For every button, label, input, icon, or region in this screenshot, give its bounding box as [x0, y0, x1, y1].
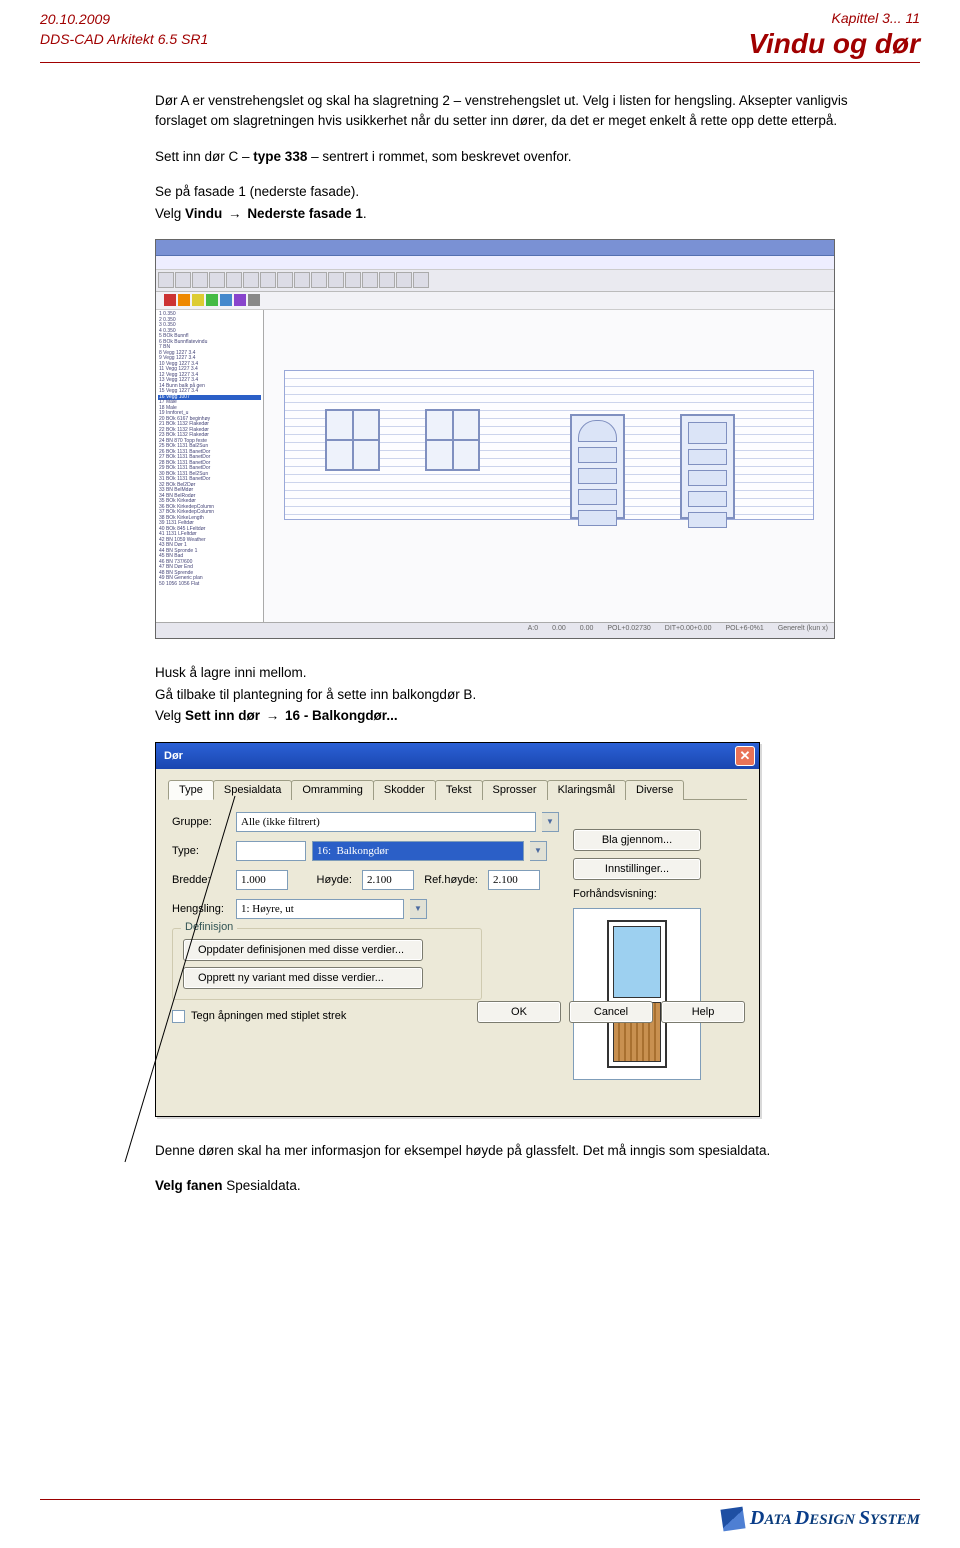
cancel-button[interactable]: Cancel	[569, 1001, 653, 1023]
tab-skodder[interactable]: Skodder	[373, 780, 436, 800]
cube-icon	[722, 1508, 744, 1530]
paragraph-1: Dør A er venstrehengslet og skal ha slag…	[155, 91, 880, 130]
p2-c: – sentrert i rommet, som beskrevet ovenf…	[307, 149, 571, 164]
help-button[interactable]: Help	[661, 1001, 745, 1023]
p7-a: Velg	[155, 708, 185, 723]
gruppe-select[interactable]	[236, 812, 536, 832]
facade-window	[425, 409, 480, 471]
header-date: 20.10.2009	[40, 10, 208, 30]
hengsling-select[interactable]	[236, 899, 404, 919]
cad-sidebar: 1 0.3502 0.3503 0.3504 0.350 5 BOk Bunnf…	[156, 310, 264, 622]
p4-a: Velg	[155, 206, 185, 221]
footer-logo: DATA DESIGN SYSTEM	[722, 1507, 920, 1530]
paragraph-7: Velg Sett inn dør → 16 - Balkongdør...	[155, 706, 880, 726]
cad-titlebar	[156, 240, 834, 256]
tab-spesialdata[interactable]: Spesialdata	[213, 780, 293, 800]
paragraph-2: Sett inn dør C – type 338 – sentrert i r…	[155, 147, 880, 167]
cad-canvas	[264, 310, 834, 622]
screenshot-facade-view: 1 0.3502 0.3503 0.3504 0.350 5 BOk Bunnf…	[155, 239, 835, 639]
paragraph-5: Husk å lagre inni mellom.	[155, 663, 880, 683]
innstillinger-button[interactable]: Innstillinger...	[573, 858, 701, 880]
dialog-title: Dør	[164, 750, 183, 762]
tegn-checkbox[interactable]	[172, 1010, 185, 1023]
p2-b: type 338	[253, 149, 307, 164]
close-icon[interactable]: ✕	[735, 746, 755, 766]
p9-b: Spesialdata.	[226, 1178, 300, 1193]
dialog-tabs: Type Spesialdata Omramming Skodder Tekst…	[168, 779, 747, 800]
tab-tekst[interactable]: Tekst	[435, 780, 483, 800]
tab-diverse[interactable]: Diverse	[625, 780, 684, 800]
header-subtitle: DDS-CAD Arkitekt 6.5 SR1	[40, 30, 208, 50]
bredde-input[interactable]	[236, 870, 288, 890]
arrow-icon: →	[260, 708, 285, 723]
paragraph-4: Velg Vindu → Nederste fasade 1.	[155, 204, 880, 224]
page-header: 20.10.2009 DDS-CAD Arkitekt 6.5 SR1 Kapi…	[40, 10, 920, 63]
header-title: Vindu og dør	[748, 27, 920, 61]
tab-omramming[interactable]: Omramming	[291, 780, 374, 800]
type-name-select[interactable]	[312, 841, 524, 861]
label-refhoyde: Ref.høyde:	[420, 874, 482, 886]
cad-statusbar: A:00.000.00POL+0.02730DIT+0.00+0.00POL+6…	[156, 622, 834, 638]
hoyde-input[interactable]	[362, 870, 414, 890]
label-hengsling: Hengsling:	[172, 903, 230, 915]
cad-color-toolbar	[156, 292, 834, 310]
chevron-down-icon[interactable]: ▼	[410, 899, 427, 919]
paragraph-3: Se på fasade 1 (nederste fasade).	[155, 182, 880, 202]
cad-toolbar	[156, 270, 834, 292]
ok-button[interactable]: OK	[477, 1001, 561, 1023]
opprett-button[interactable]: Opprett ny variant med disse verdier...	[183, 967, 423, 989]
bla-gjennom-button[interactable]: Bla gjennom...	[573, 829, 701, 851]
tab-type[interactable]: Type	[168, 780, 214, 800]
door-dialog: Dør ✕ Type Spesialdata Omramming Skodder…	[155, 742, 760, 1117]
chevron-down-icon[interactable]: ▼	[542, 812, 559, 832]
p2-a: Sett inn dør C –	[155, 149, 253, 164]
paragraph-6: Gå tilbake til plantegning for å sette i…	[155, 685, 880, 705]
facade-door	[570, 414, 625, 519]
tab-sprosser[interactable]: Sprosser	[482, 780, 548, 800]
p7-c: 16 - Balkongdør...	[285, 708, 398, 723]
label-forhandsvisning: Forhåndsvisning:	[573, 888, 741, 900]
facade-drawing	[284, 370, 814, 520]
label-type: Type:	[172, 845, 230, 857]
label-bredde: Bredde:	[172, 874, 230, 886]
header-chapter: Kapittel 3... 11	[748, 10, 920, 27]
type-code-input[interactable]	[236, 841, 306, 861]
cad-menubar	[156, 256, 834, 270]
facade-window	[325, 409, 380, 471]
preview-glass-panel	[613, 926, 661, 998]
label-hoyde: Høyde:	[294, 874, 356, 886]
door-preview	[573, 908, 701, 1080]
dialog-titlebar: Dør ✕	[156, 743, 759, 769]
oppdater-button[interactable]: Oppdater definisjonen med disse verdier.…	[183, 939, 423, 961]
label-tegn-check: Tegn åpningen med stiplet strek	[191, 1010, 346, 1022]
paragraph-8: Denne døren skal ha mer informasjon for …	[155, 1141, 880, 1161]
p4-c: Nederste fasade 1	[247, 206, 363, 221]
refhoyde-input[interactable]	[488, 870, 540, 890]
definisjon-group: Definisjon Oppdater definisjonen med dis…	[172, 928, 482, 1000]
paragraph-9: Velg fanen Spesialdata.	[155, 1176, 880, 1196]
p9-a: Velg fanen	[155, 1178, 226, 1193]
facade-door	[680, 414, 735, 519]
tab-klaringsmal[interactable]: Klaringsmål	[547, 780, 626, 800]
label-gruppe: Gruppe:	[172, 816, 230, 828]
footer-separator	[40, 1499, 920, 1500]
p4-b: Vindu	[185, 206, 222, 221]
p7-b: Sett inn dør	[185, 708, 260, 723]
arrow-icon: →	[222, 206, 247, 221]
chevron-down-icon[interactable]: ▼	[530, 841, 547, 861]
label-definisjon: Definisjon	[181, 921, 237, 933]
